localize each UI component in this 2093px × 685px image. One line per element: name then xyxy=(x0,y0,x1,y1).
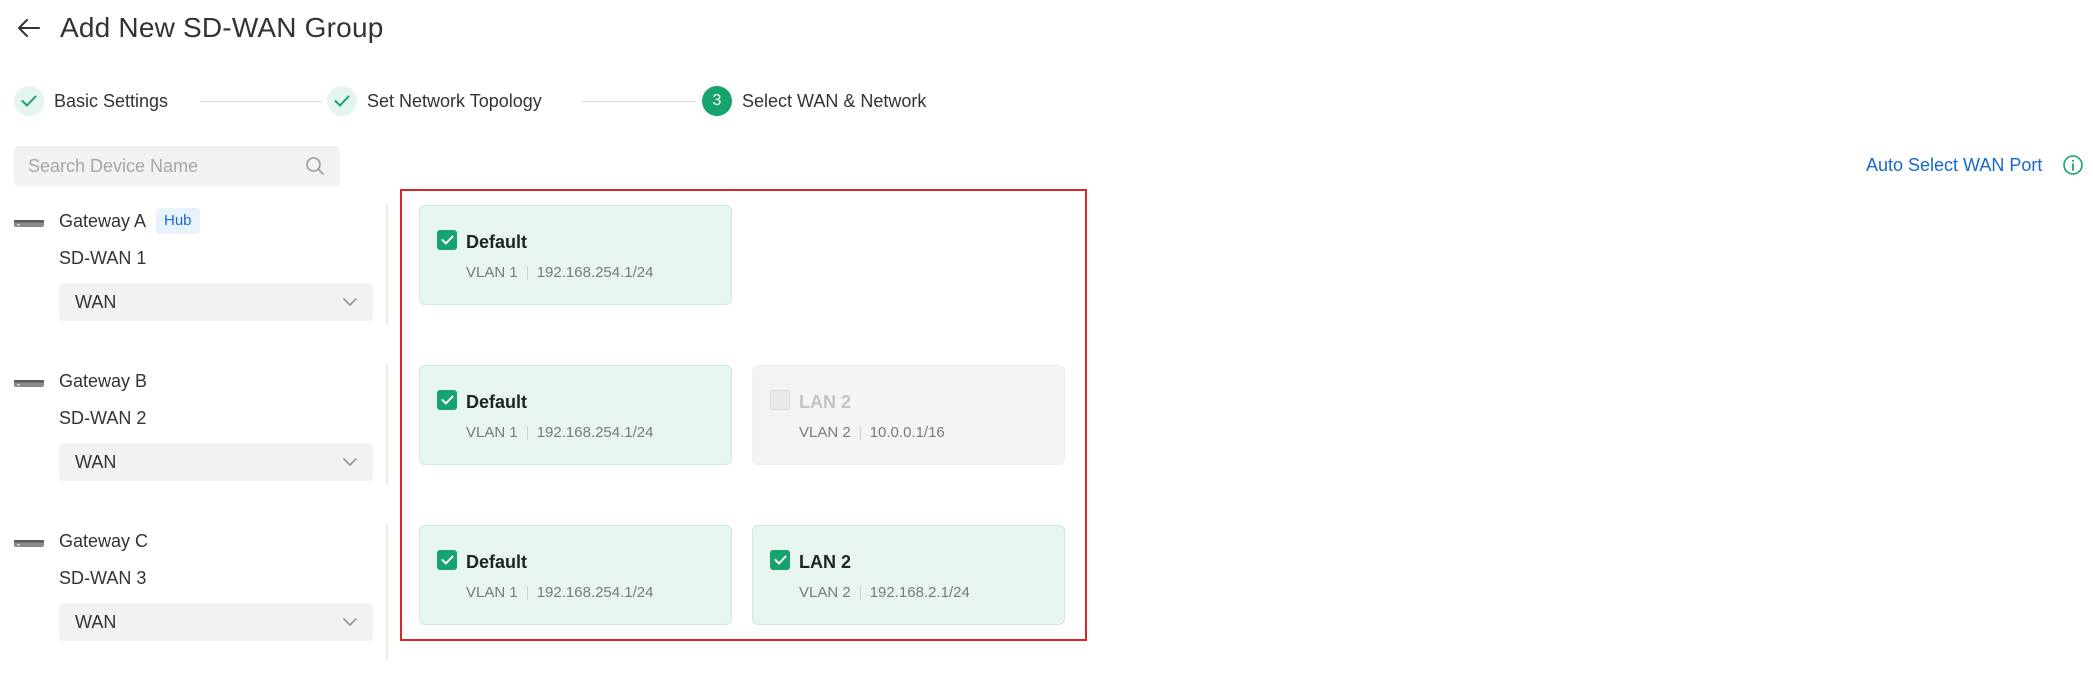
step-basic-settings: Basic Settings xyxy=(14,86,168,116)
check-icon xyxy=(327,86,357,116)
network-meta: VLAN 2 192.168.2.1/24 xyxy=(799,584,970,601)
network-card-disabled: LAN 2 VLAN 2 10.0.0.1/16 xyxy=(752,365,1065,465)
hub-badge: Hub xyxy=(156,208,200,234)
meta-separator xyxy=(526,265,528,280)
network-vlan: VLAN 1 xyxy=(466,264,518,281)
gateway-divider xyxy=(386,204,388,325)
gateway-name: Gateway B xyxy=(59,371,148,391)
network-name: Default xyxy=(466,552,528,572)
step-label: Basic Settings xyxy=(54,90,169,111)
gateway-device-icon xyxy=(14,376,44,390)
gateway-c-row: Gateway C SD-WAN 3 WAN xyxy=(14,528,374,658)
sdwan-label: SD-WAN 2 xyxy=(59,408,147,428)
check-icon xyxy=(14,86,44,116)
page-header: Add New SD-WAN Group xyxy=(16,8,384,48)
gateway-device-icon xyxy=(14,536,44,550)
network-vlan: VLAN 1 xyxy=(466,424,518,441)
page-title: Add New SD-WAN Group xyxy=(60,12,384,43)
step-set-network-topology: Set Network Topology xyxy=(327,86,542,116)
wan-select-value: WAN xyxy=(75,291,117,312)
search-icon[interactable] xyxy=(304,155,326,177)
sdwan-label: SD-WAN 1 xyxy=(59,248,147,268)
network-checkbox xyxy=(770,390,790,410)
network-vlan: VLAN 2 xyxy=(799,424,851,441)
network-subnet: 192.168.2.1/24 xyxy=(869,584,970,601)
step-label: Select WAN & Network xyxy=(742,90,927,111)
network-card[interactable]: Default VLAN 1 192.168.254.1/24 xyxy=(419,205,732,305)
check-icon xyxy=(441,555,453,565)
network-meta: VLAN 1 192.168.254.1/24 xyxy=(466,264,653,281)
stepper: Basic Settings Set Network Topology 3 Se… xyxy=(14,86,934,116)
network-name: Default xyxy=(466,392,528,412)
network-meta: VLAN 1 192.168.254.1/24 xyxy=(466,424,653,441)
wan-select-value: WAN xyxy=(75,451,117,472)
network-subnet: 192.168.254.1/24 xyxy=(536,424,654,441)
gateway-b-row: Gateway B SD-WAN 2 WAN xyxy=(14,368,374,498)
network-card[interactable]: LAN 2 VLAN 2 192.168.2.1/24 xyxy=(752,525,1065,625)
network-checkbox[interactable] xyxy=(770,550,790,570)
gateway-name: Gateway C xyxy=(59,531,149,551)
network-vlan: VLAN 1 xyxy=(466,584,518,601)
network-meta: VLAN 1 192.168.254.1/24 xyxy=(466,584,653,601)
network-subnet: 192.168.254.1/24 xyxy=(536,264,654,281)
wan-select[interactable]: WAN xyxy=(59,603,373,641)
network-checkbox[interactable] xyxy=(437,390,457,410)
back-arrow-icon[interactable] xyxy=(16,15,42,41)
step-number: 3 xyxy=(702,86,732,116)
chevron-down-icon xyxy=(343,458,357,466)
network-subnet: 10.0.0.1/16 xyxy=(869,424,945,441)
meta-separator xyxy=(526,585,528,600)
step-select-wan-network: 3 Select WAN & Network xyxy=(702,86,926,116)
network-meta: VLAN 2 10.0.0.1/16 xyxy=(799,424,945,441)
gateway-name: Gateway A xyxy=(59,211,147,231)
chevron-down-icon xyxy=(343,298,357,306)
network-name: Default xyxy=(466,232,528,252)
check-icon xyxy=(774,555,786,565)
step-connector xyxy=(582,101,696,102)
check-icon xyxy=(441,235,453,245)
network-name: LAN 2 xyxy=(799,392,852,412)
search-input[interactable] xyxy=(28,155,304,177)
sdwan-label: SD-WAN 3 xyxy=(59,568,147,588)
auto-select-wan-port-link[interactable]: Auto Select WAN Port xyxy=(1866,155,2042,176)
check-icon xyxy=(441,395,453,405)
meta-separator xyxy=(859,585,861,600)
gateway-a-row: Gateway A Hub SD-WAN 1 WAN xyxy=(14,208,374,338)
search-box xyxy=(14,146,340,186)
chevron-down-icon xyxy=(343,618,357,626)
network-card[interactable]: Default VLAN 1 192.168.254.1/24 xyxy=(419,365,732,465)
step-connector xyxy=(200,101,322,102)
gateway-divider xyxy=(386,364,388,485)
network-checkbox[interactable] xyxy=(437,550,457,570)
meta-separator xyxy=(859,425,861,440)
step-label: Set Network Topology xyxy=(367,90,542,111)
network-checkbox[interactable] xyxy=(437,230,457,250)
gateway-divider xyxy=(386,524,388,660)
wan-select[interactable]: WAN xyxy=(59,443,373,481)
meta-separator xyxy=(526,425,528,440)
network-vlan: VLAN 2 xyxy=(799,584,851,601)
wan-select-value: WAN xyxy=(75,611,117,632)
wan-select[interactable]: WAN xyxy=(59,283,373,321)
info-icon[interactable] xyxy=(2062,154,2084,176)
network-subnet: 192.168.254.1/24 xyxy=(536,584,654,601)
gateway-device-icon xyxy=(14,216,44,230)
network-card[interactable]: Default VLAN 1 192.168.254.1/24 xyxy=(419,525,732,625)
network-name: LAN 2 xyxy=(799,552,852,572)
